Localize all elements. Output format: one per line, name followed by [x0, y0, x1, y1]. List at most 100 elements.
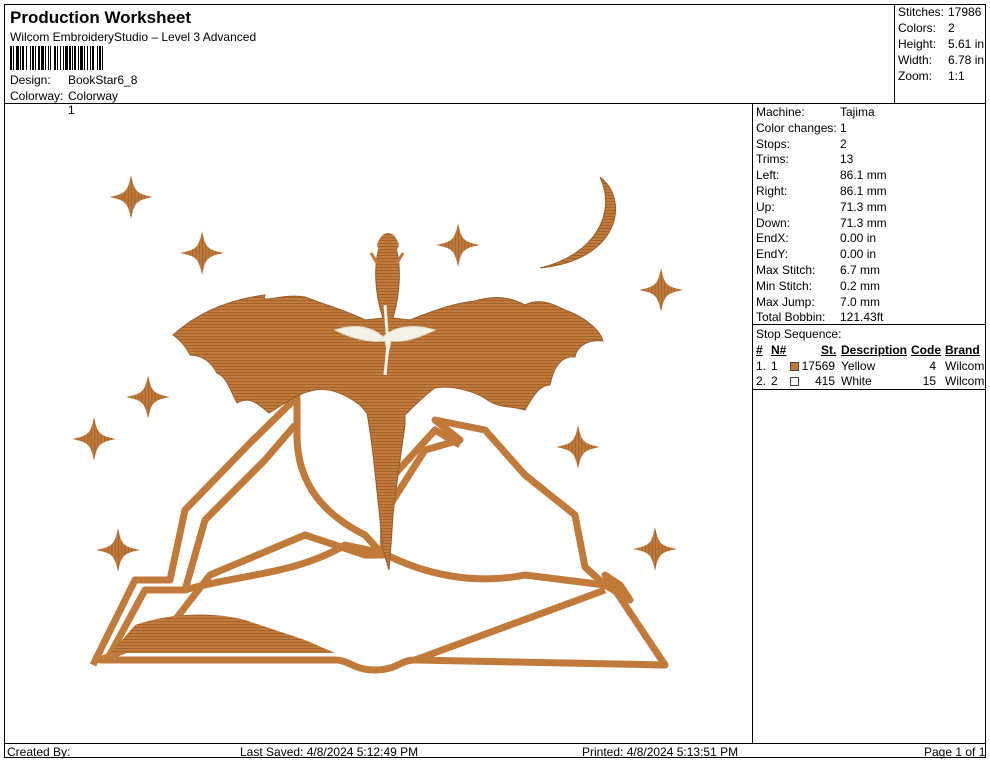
machine-info-row: EndX: 0.00 in [756, 231, 984, 247]
stat-label: Zoom: [898, 69, 933, 83]
info-label: Left: [756, 168, 780, 183]
info-label: EndY: [756, 247, 789, 262]
info-label: Max Stitch: [756, 263, 816, 277]
info-value: Tajima [840, 105, 875, 119]
info-label: Machine: [756, 105, 805, 119]
stat-value: 5.61 in [948, 37, 985, 51]
info-label: Up: [756, 199, 775, 214]
info-value: 71.3 mm [840, 199, 887, 214]
info-label: Right: [756, 184, 788, 198]
thread-color-swatch [790, 377, 799, 386]
info-value: 0.00 in [840, 247, 877, 262]
stats-box: Stitches: 17986 Colors: 2 Height: 5.61 in W… [894, 4, 986, 104]
software-name: Wilcom EmbroideryStudio – Level 3 Advanc… [10, 30, 257, 44]
star-icon [96, 528, 140, 572]
created-by: Created By: [7, 745, 71, 759]
info-label: Color changes: [756, 120, 837, 135]
info-value: 7.0 mm [840, 294, 881, 309]
info-value: 0.2 mm [840, 278, 881, 293]
colorway-label: Colorway: [10, 89, 64, 103]
col-header-stitches: St. [821, 343, 837, 357]
star-icon [72, 417, 116, 461]
machine-info-row: Color changes: 1 [756, 121, 984, 137]
machine-info-row: Max Stitch: 6.7 mm [756, 263, 984, 279]
stat-colors: Colors: 2 [898, 21, 986, 37]
info-label: Total Bobbin: [756, 310, 826, 325]
machine-info-row: Stops: 2 [756, 137, 984, 153]
star-icon [436, 223, 480, 267]
barcode-bar [103, 46, 105, 70]
info-label: Min Stitch: [756, 278, 813, 293]
star-icon [639, 268, 683, 312]
stat-value: 1:1 [948, 69, 965, 83]
machine-info-row: Machine: Tajima [756, 105, 984, 121]
stat-label: Colors: [898, 21, 937, 35]
info-label: Stops: [756, 136, 791, 151]
page-number: Page 1 of 1 [924, 745, 986, 759]
machine-info-row: EndY: 0.00 in [756, 247, 984, 263]
info-value: 2 [840, 136, 847, 151]
info-value: 1 [840, 120, 847, 135]
stat-label: Stitches: [898, 5, 945, 19]
printed-date: Printed: 4/8/2024 5:13:51 PM [582, 745, 739, 759]
info-label: Trims: [756, 152, 789, 167]
crescent-moon-icon [539, 176, 616, 269]
stat-value: 17986 [948, 5, 982, 19]
machine-info-row: Left: 86.1 mm [756, 168, 984, 184]
star-icon [109, 175, 153, 219]
info-value: 71.3 mm [840, 215, 887, 230]
stat-label: Width: [898, 53, 933, 67]
stop-row-num: 1. [756, 359, 767, 373]
info-value: 86.1 mm [840, 168, 887, 183]
col-header-description: Description [841, 343, 908, 357]
last-saved: Last Saved: 4/8/2024 5:12:49 PM [240, 745, 419, 759]
col-header-n: N# [771, 343, 787, 357]
star-icon [126, 375, 170, 419]
stat-height: Height: 5.61 in [898, 37, 986, 53]
machine-info-row: Down: 71.3 mm [756, 216, 984, 232]
stop-row-brand: Wilcom [945, 374, 985, 388]
stop-sequence-table: Stop Sequence: # N# St. Description Code… [753, 324, 986, 390]
info-label: EndX: [756, 231, 789, 246]
stop-row-stitches: 415 [814, 374, 835, 388]
star-icon [633, 527, 677, 571]
machine-info-row: Max Jump: 7.0 mm [756, 295, 984, 311]
stop-row-needle: 2 [771, 374, 778, 388]
info-value: 0.00 in [840, 231, 877, 246]
design-label: Design: [10, 73, 51, 87]
machine-info-row: Right: 86.1 mm [756, 184, 984, 200]
stop-row-code: 4 [929, 359, 936, 373]
stop-row-code: 15 [922, 374, 936, 388]
info-value: 13 [840, 152, 854, 167]
stop-sequence-title: Stop Sequence: [756, 327, 842, 341]
col-header-code: Code [911, 343, 941, 357]
stop-row-needle: 1 [771, 359, 778, 373]
design-value: BookStar6_8 [68, 73, 138, 87]
stop-row-description: Yellow [841, 359, 876, 373]
info-value: 6.7 mm [840, 263, 881, 277]
barcode-image [10, 46, 174, 70]
thread-color-swatch [790, 362, 799, 371]
page-fill-shape [111, 614, 335, 653]
stop-row-brand: Wilcom [945, 359, 985, 373]
machine-info-row: Up: 71.3 mm [756, 200, 984, 216]
machine-info-panel: Machine: Tajima Color changes: 1 Stops: 2 Trim… [752, 104, 986, 744]
worksheet-footer: Created By: Last Saved: 4/8/2024 5:12:49… [4, 743, 986, 759]
dragon-icon [172, 233, 604, 571]
machine-info-row: Trims: 13 [756, 152, 984, 168]
design-preview [5, 105, 751, 743]
embroidery-design [72, 175, 683, 674]
stat-width: Width: 6.78 in [898, 53, 986, 69]
stat-value: 2 [948, 21, 955, 35]
col-header-brand: Brand [945, 343, 980, 357]
stat-value: 6.78 in [948, 53, 985, 67]
worksheet-header: Production Worksheet Wilcom EmbroiderySt… [4, 4, 986, 117]
col-header-num: # [756, 343, 763, 357]
page-title: Production Worksheet [10, 8, 192, 27]
info-value: 86.1 mm [840, 184, 887, 198]
stat-zoom: Zoom: 1:1 [898, 69, 986, 85]
machine-info-row: Min Stitch: 0.2 mm [756, 279, 984, 295]
star-icon [180, 231, 224, 275]
info-value: 121.43ft [840, 310, 884, 325]
info-label: Max Jump: [756, 294, 815, 309]
